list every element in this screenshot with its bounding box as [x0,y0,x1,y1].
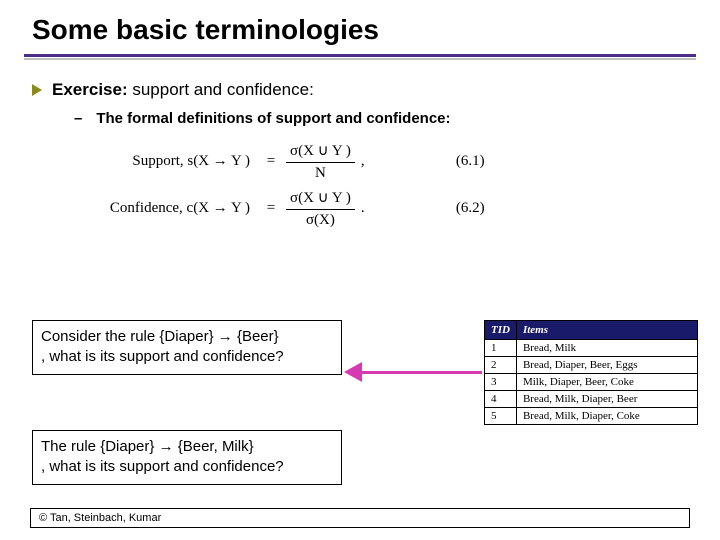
table-row: 4 Bread, Milk, Diaper, Beer [485,391,698,408]
table-row: 5 Bread, Milk, Diaper, Coke [485,408,698,425]
table-header-items: Items [516,321,697,340]
equation-support: Support, s(X → Y ) = σ(X ∪ Y ) N , (6.1) [90,141,720,182]
arrow-head-icon [344,362,362,382]
eq-conf-ref: (6.2) [365,200,485,217]
cell-items: Bread, Diaper, Beer, Eggs [516,357,697,374]
bullet-level-1: Exercise: support and confidence: [0,60,720,100]
footer-credit: © Tan, Steinbach, Kumar [30,508,690,528]
cell-tid: 5 [485,408,517,425]
cell-tid: 1 [485,340,517,357]
cell-tid: 4 [485,391,517,408]
arrow-line-icon [362,371,482,374]
eq-support-fraction: σ(X ∪ Y ) N [282,141,359,182]
eq-conf-fraction: σ(X ∪ Y ) σ(X) [282,188,359,229]
q1-line2: , what is its support and confidence? [41,347,333,367]
slide-title: Some basic terminologies [0,0,720,54]
table-row: 2 Bread, Diaper, Beer, Eggs [485,357,698,374]
cell-tid: 3 [485,374,517,391]
cell-items: Bread, Milk [516,340,697,357]
left-arrow-icon [344,362,482,382]
bullet1-rest: support and confidence: [128,80,314,99]
q2-line2: , what is its support and confidence? [41,457,333,477]
table-row: 1 Bread, Milk [485,340,698,357]
cell-items: Bread, Milk, Diaper, Coke [516,408,697,425]
table-row: 3 Milk, Diaper, Beer, Coke [485,374,698,391]
eq-support-den: N [286,163,355,182]
table-header-tid: TID [485,321,517,340]
eq-support-label: Support, s(X → Y ) [90,153,260,170]
bullet-level-2: – The formal definitions of support and … [0,100,720,127]
bullet1-label: Exercise: [52,80,128,99]
bullet2-text: The formal definitions of support and co… [96,110,450,127]
cell-items: Bread, Milk, Diaper, Beer [516,391,697,408]
cell-tid: 2 [485,357,517,374]
eq-conf-den: σ(X) [286,210,355,229]
question-box-1: Consider the rule {Diaper} → {Beer} , wh… [32,320,342,375]
dash-bullet-icon: – [74,110,82,127]
eq-conf-label: Confidence, c(X → Y ) [90,200,260,217]
equation-confidence: Confidence, c(X → Y ) = σ(X ∪ Y ) σ(X) .… [90,188,720,229]
eq-support-ref: (6.1) [365,153,485,170]
q2-line1: The rule {Diaper} → {Beer, Milk} [41,437,333,457]
cell-items: Milk, Diaper, Beer, Coke [516,374,697,391]
table-header-row: TID Items [485,321,698,340]
eq-equals: = [260,153,282,170]
triangle-bullet-icon [32,84,42,96]
q1-line1: Consider the rule {Diaper} → {Beer} [41,327,333,347]
question-box-2: The rule {Diaper} → {Beer, Milk} , what … [32,430,342,485]
transactions-table: TID Items 1 Bread, Milk 2 Bread, Diaper,… [484,320,698,425]
eq-equals: = [260,200,282,217]
title-rule-primary [24,54,696,57]
equations-block: Support, s(X → Y ) = σ(X ∪ Y ) N , (6.1)… [0,127,720,229]
bullet1-text: Exercise: support and confidence: [52,80,314,100]
eq-conf-num: σ(X ∪ Y ) [286,188,355,210]
eq-support-num: σ(X ∪ Y ) [286,141,355,163]
